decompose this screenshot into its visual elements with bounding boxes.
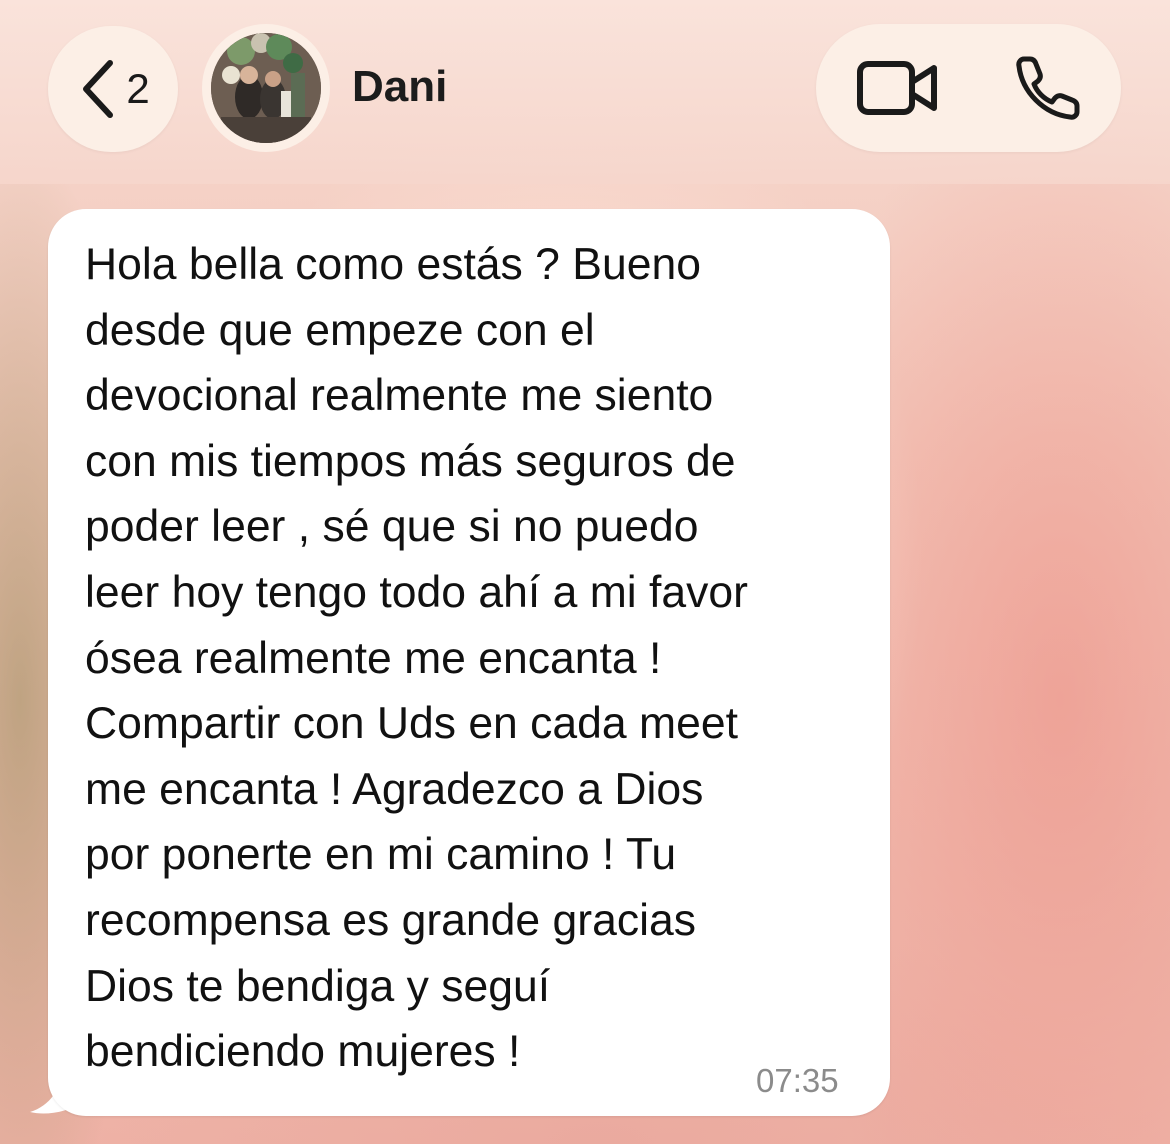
video-call-button[interactable] [856, 58, 940, 118]
avatar-photo [211, 33, 321, 143]
voice-call-button[interactable] [1014, 54, 1082, 122]
message-timestamp: 07:35 [756, 1062, 839, 1099]
contact-avatar[interactable] [202, 24, 330, 152]
call-actions [816, 24, 1121, 152]
phone-icon [1016, 56, 1080, 120]
video-camera-icon [857, 61, 937, 115]
chevron-left-icon [83, 60, 114, 118]
chat-header: 2 Dani [0, 0, 1170, 184]
message-text: Hola bella como estás ? Bueno desde que … [85, 240, 748, 1077]
avatar-image-icon [211, 33, 321, 143]
back-button[interactable]: 2 [48, 26, 178, 152]
contact-name[interactable]: Dani [352, 62, 447, 112]
unread-count: 2 [126, 65, 150, 112]
